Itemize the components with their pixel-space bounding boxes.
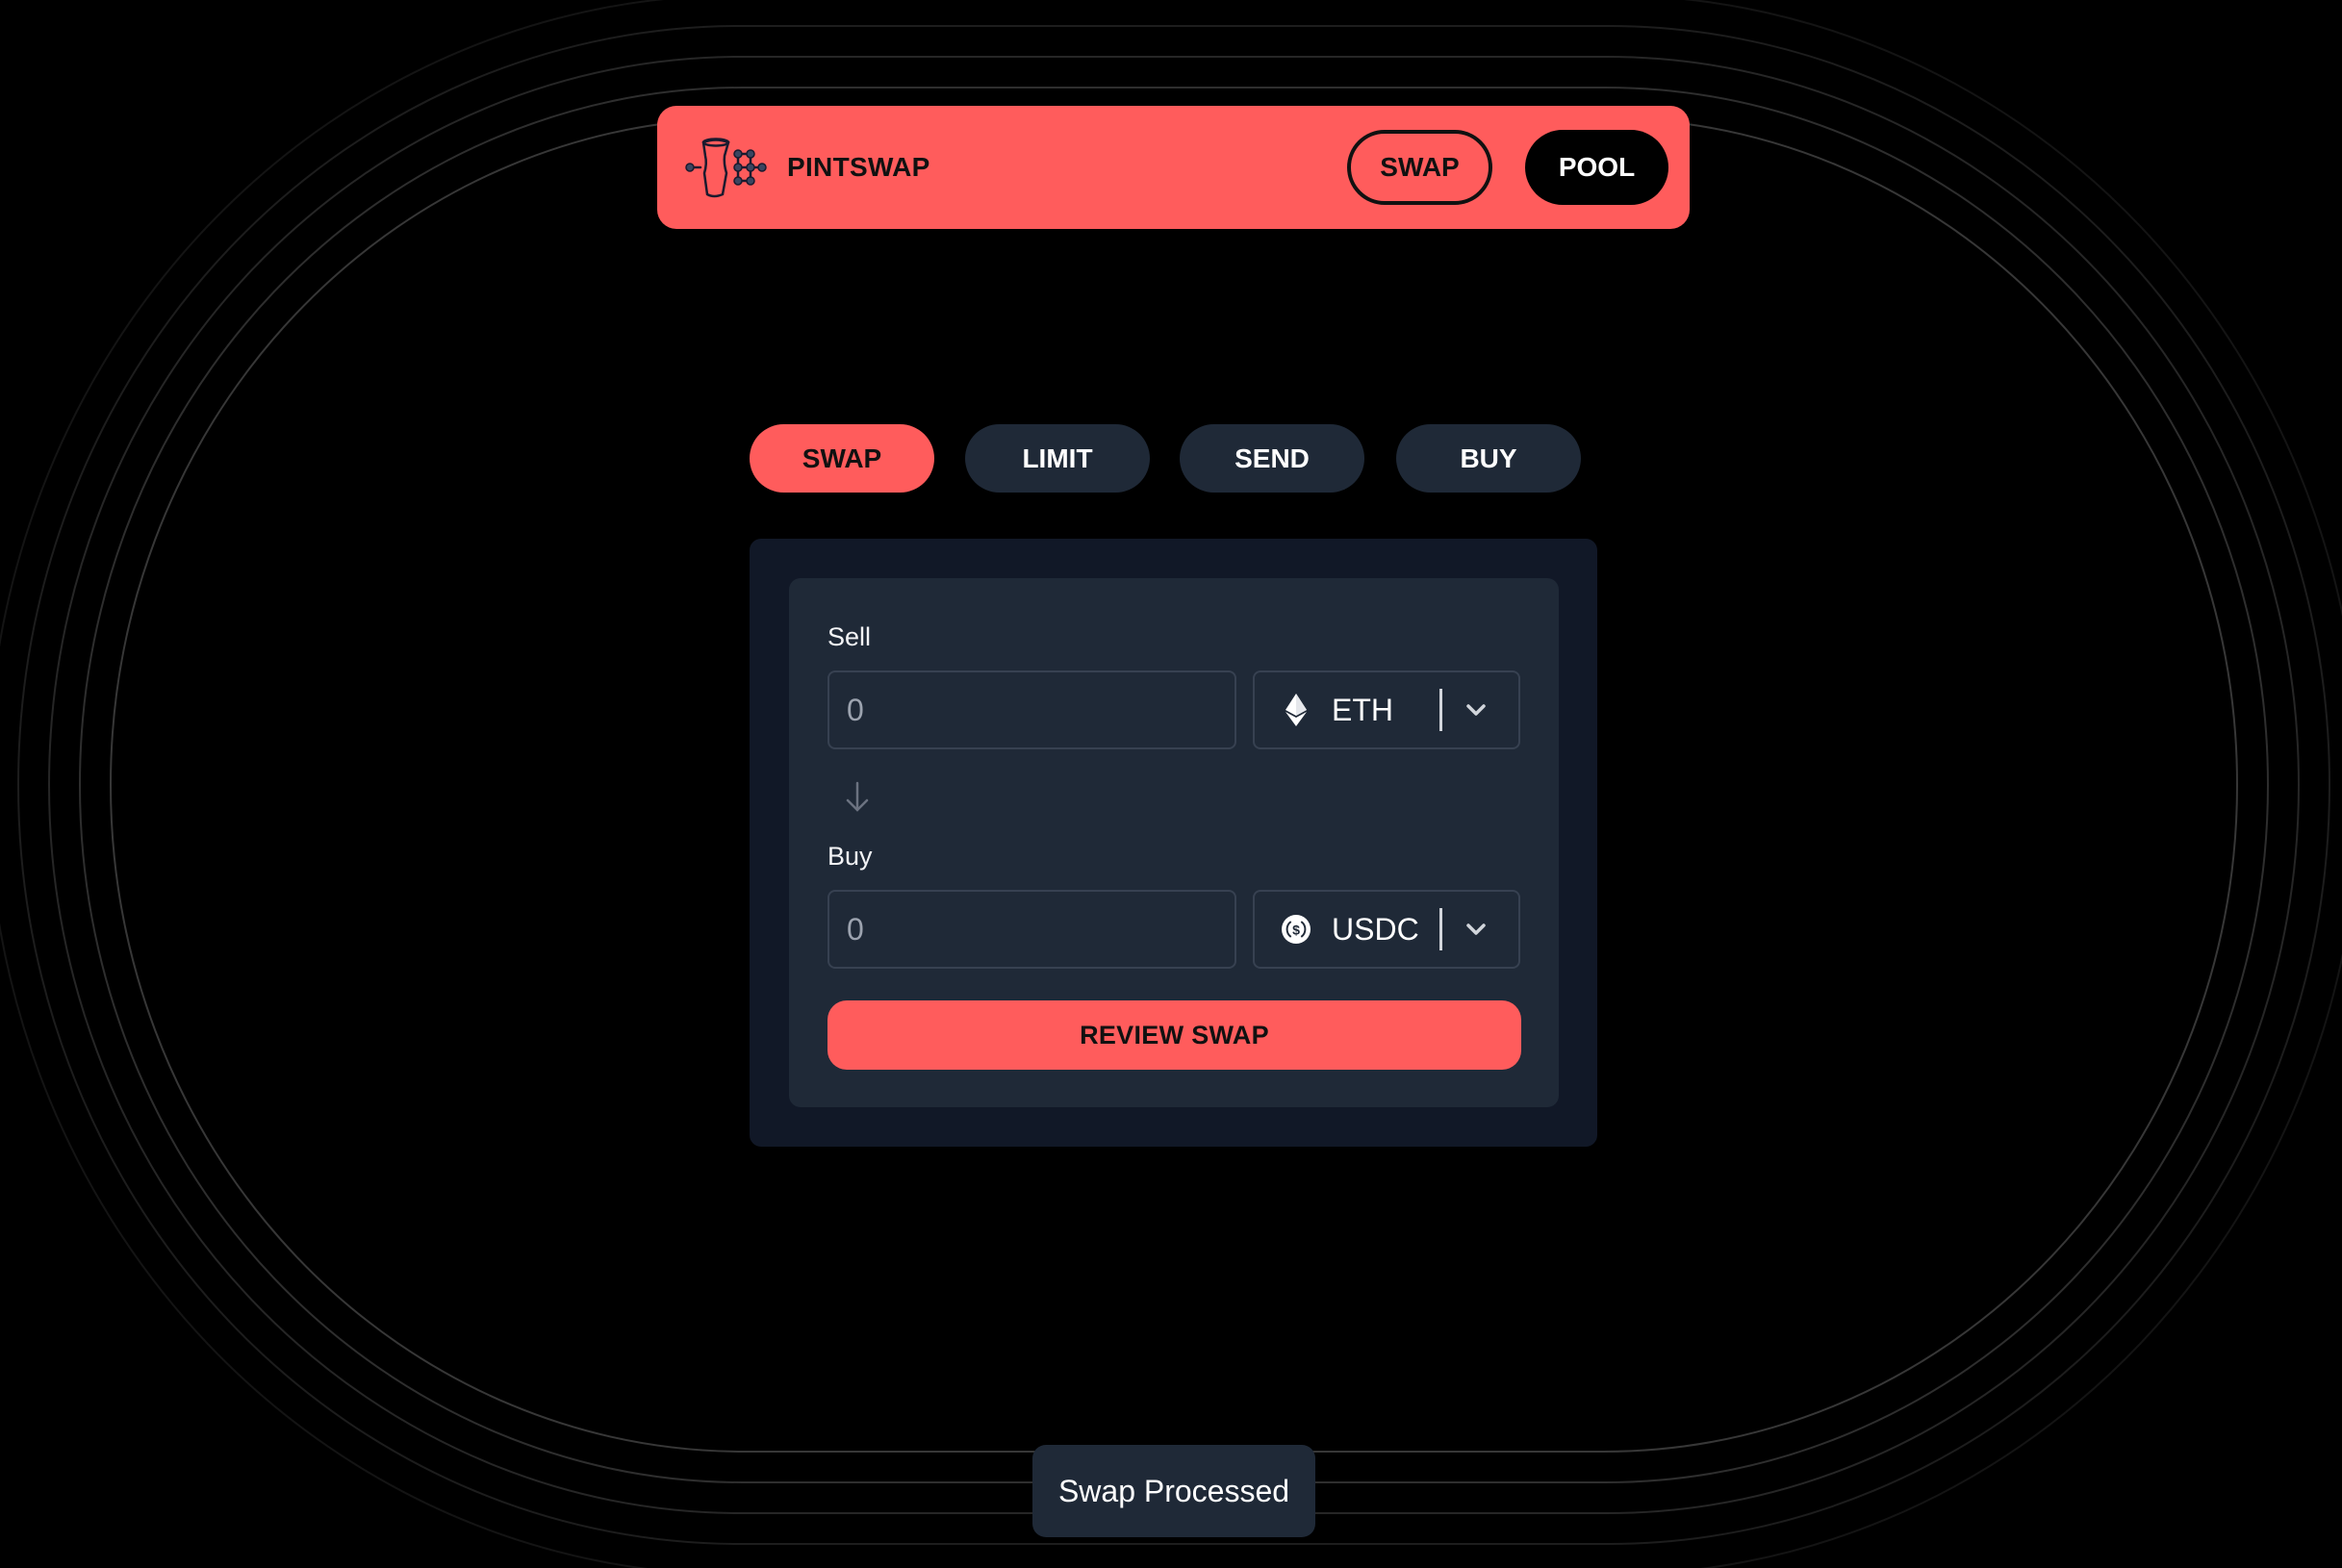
sell-amount-input[interactable] <box>847 692 1235 728</box>
divider <box>1439 689 1442 731</box>
swap-card: Sell ETH Buy <box>750 539 1597 1147</box>
sell-token-symbol: ETH <box>1332 692 1393 727</box>
nav-pool-button[interactable]: POOL <box>1525 130 1668 205</box>
sell-amount-field[interactable] <box>827 670 1236 749</box>
brand-name: PINTSWAP <box>787 152 930 182</box>
tab-send[interactable]: SEND <box>1180 424 1364 493</box>
divider <box>1439 908 1442 950</box>
buy-amount-field[interactable] <box>827 890 1236 969</box>
pint-glass-network-icon <box>684 135 771 200</box>
tab-limit[interactable]: LIMIT <box>965 424 1150 493</box>
tab-swap[interactable]: SWAP <box>750 424 934 493</box>
tab-buy[interactable]: BUY <box>1396 424 1581 493</box>
ethereum-icon <box>1282 693 1311 727</box>
usdc-icon: $ <box>1282 912 1311 947</box>
buy-token-select[interactable]: $ USDC <box>1253 890 1520 969</box>
nav-swap-button[interactable]: SWAP <box>1347 130 1492 205</box>
top-nav-bar: PINTSWAP SWAP POOL <box>657 106 1690 229</box>
sell-label: Sell <box>827 622 872 651</box>
svg-text:$: $ <box>1292 922 1300 937</box>
buy-token-symbol: USDC <box>1332 911 1419 947</box>
review-swap-button[interactable]: REVIEW SWAP <box>827 1000 1521 1070</box>
sell-token-select[interactable]: ETH <box>1253 670 1520 749</box>
toast-notification: Swap Processed <box>1032 1445 1315 1537</box>
chevron-down-icon[interactable] <box>1462 915 1490 944</box>
chevron-down-icon[interactable] <box>1462 695 1490 724</box>
buy-label: Buy <box>827 842 873 871</box>
arrow-down-icon <box>843 777 872 816</box>
swap-form: Sell ETH Buy <box>789 578 1559 1107</box>
buy-amount-input[interactable] <box>847 911 1235 948</box>
